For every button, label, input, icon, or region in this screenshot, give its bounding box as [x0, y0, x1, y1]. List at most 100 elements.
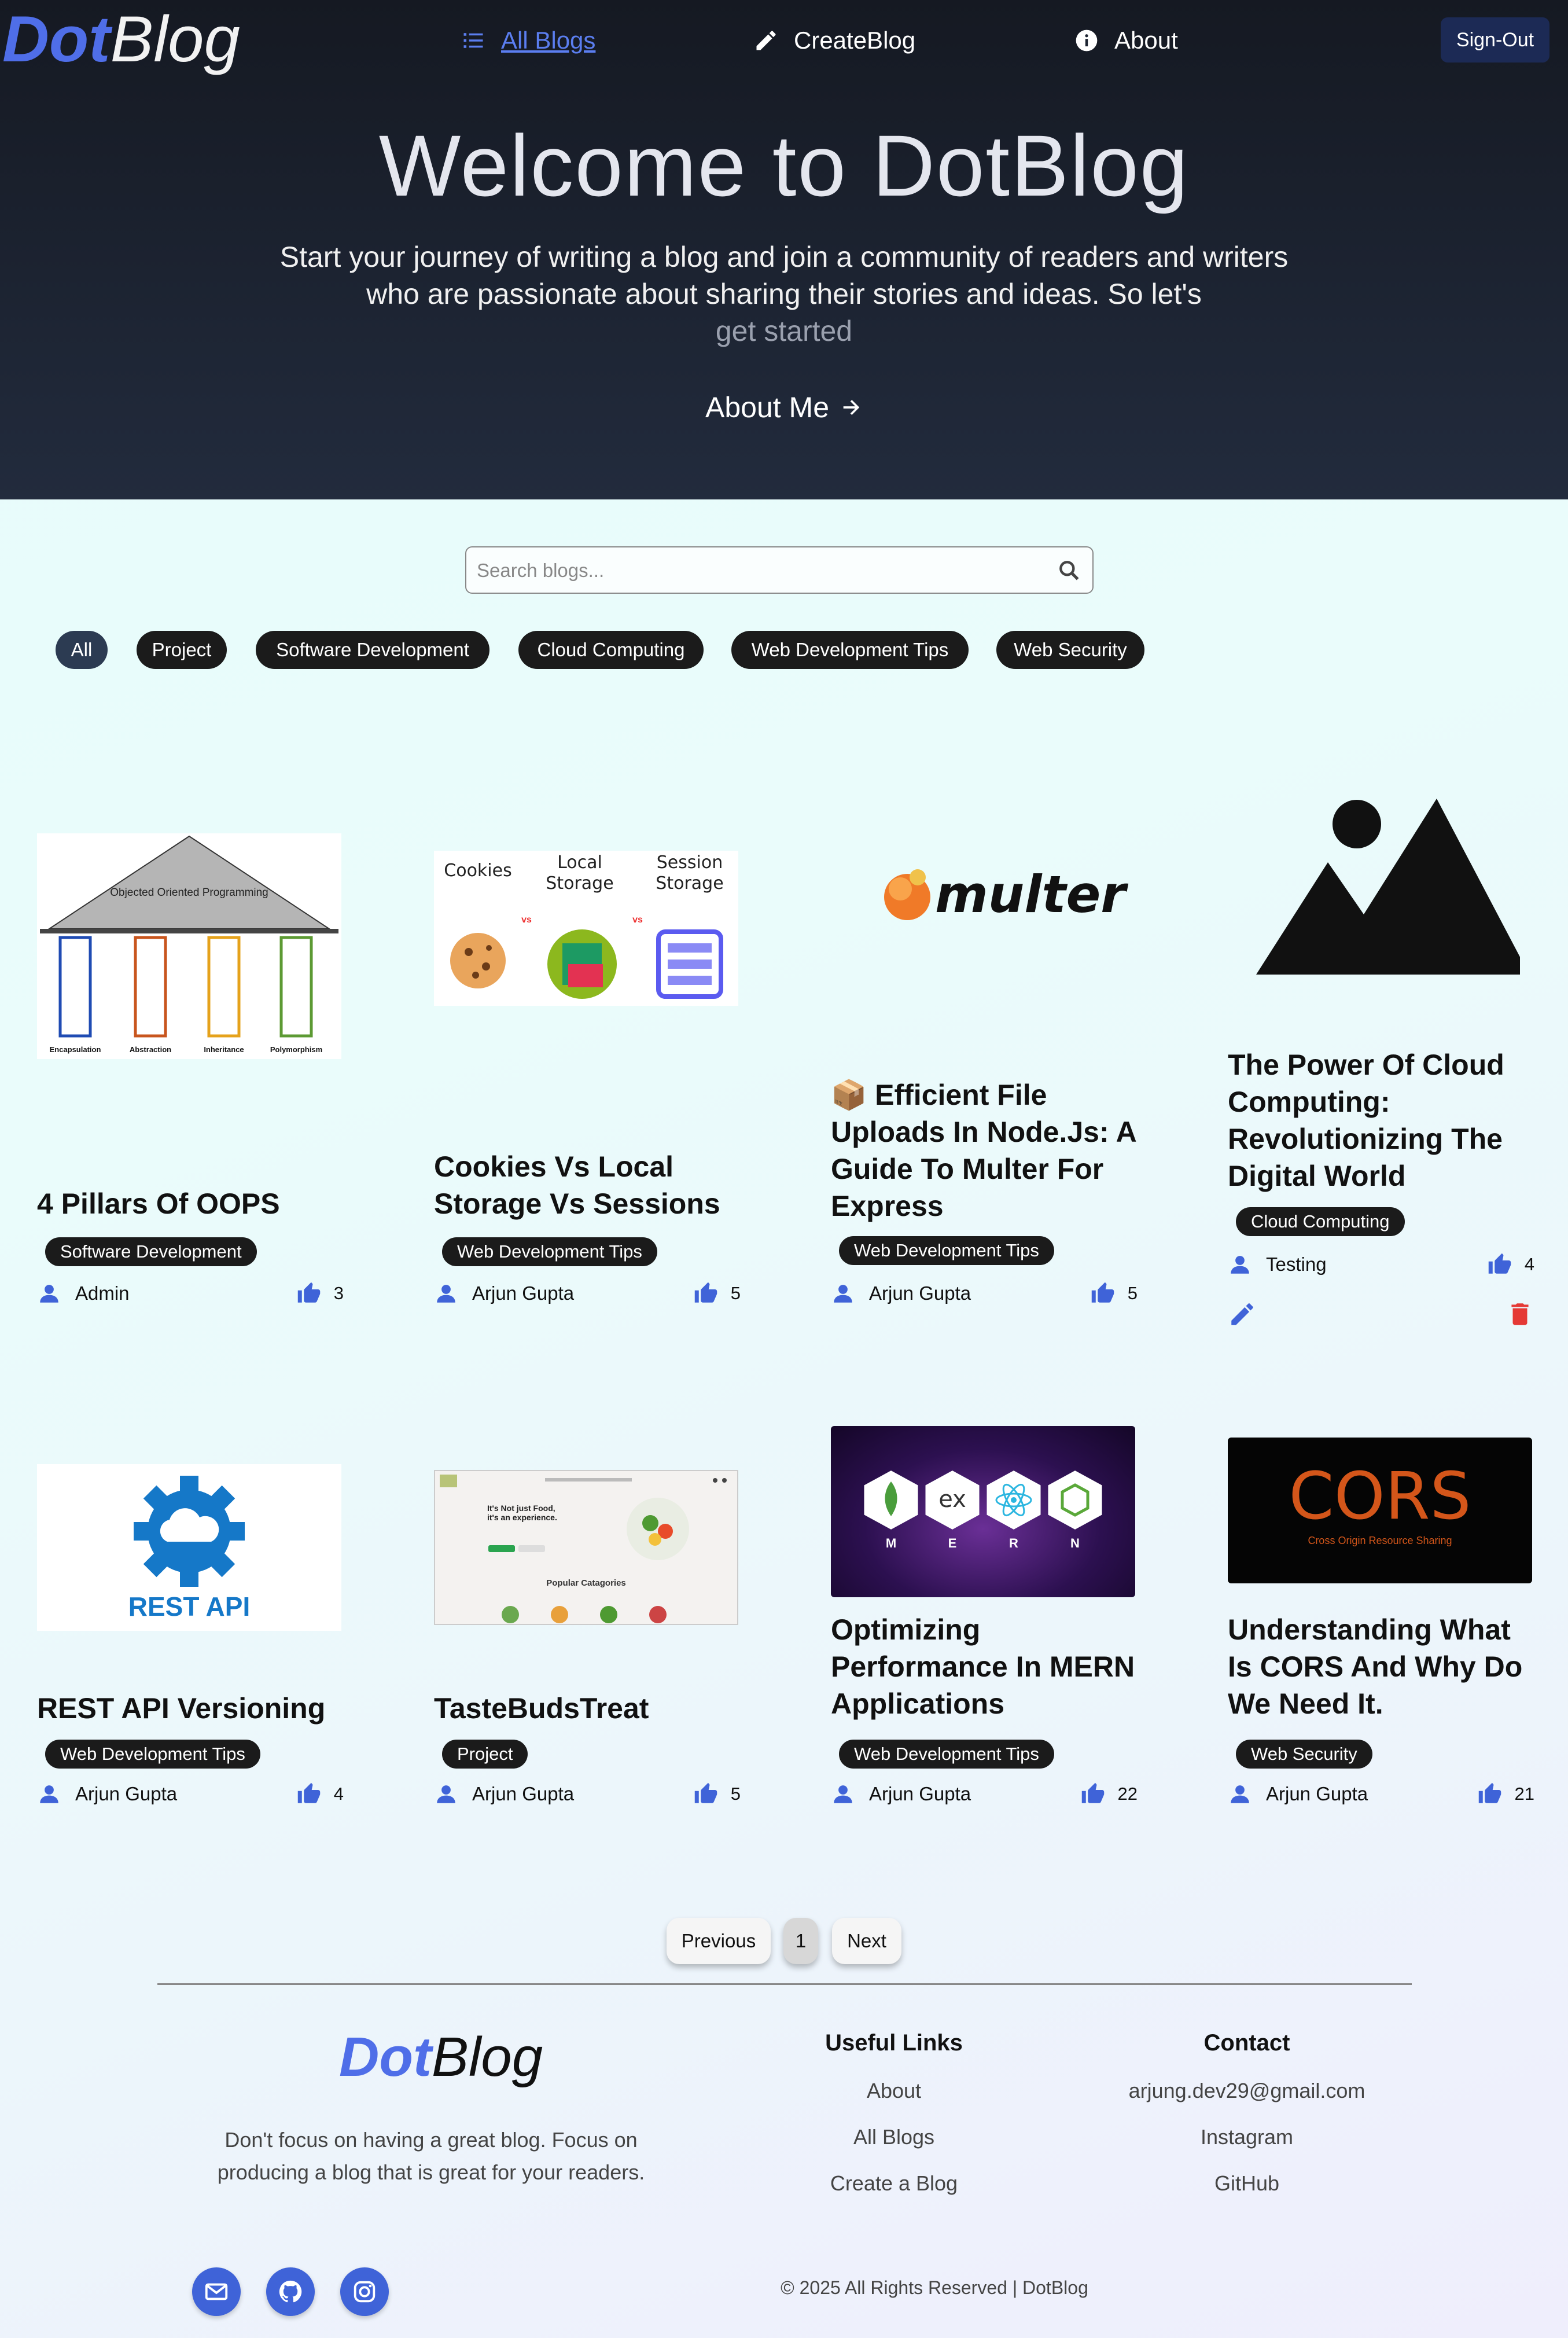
likes[interactable]: 22 [1081, 1782, 1138, 1806]
hero-subtitle: Start your journey of writing a blog and… [272, 238, 1296, 350]
brand-logo[interactable]: DotBlog [2, 3, 240, 75]
next-page-button[interactable]: Next [832, 1918, 901, 1964]
user-icon [40, 1785, 58, 1803]
previous-page-button[interactable]: Previous [667, 1918, 771, 1964]
category-web-development-tips[interactable]: Web Development Tips [731, 631, 969, 669]
blog-card[interactable]: multer 📦 Efficient File Uploads In Node.… [831, 775, 1138, 1304]
blog-title[interactable]: 4 Pillars Of OOPS [37, 1185, 344, 1222]
contact-instagram[interactable]: Instagram [1117, 2125, 1377, 2149]
blog-title[interactable]: Cookies Vs Local Storage Vs Sessions [434, 1148, 741, 1222]
blog-title[interactable]: The Power Of Cloud Computing: Revolution… [1228, 1046, 1534, 1194]
search-input[interactable] [477, 556, 1032, 586]
footer-logo[interactable]: DotBlog [339, 2025, 543, 2089]
blog-thumbnail: CORS Cross Origin Resource Sharing [1228, 1438, 1532, 1583]
blog-thumbnail: Objected Oriented Programming Encapsulat… [37, 833, 341, 1059]
blog-meta: Arjun Gupta 5 [434, 1780, 741, 1808]
thumbs-up-icon[interactable] [1478, 1782, 1502, 1806]
thumb-headline: It's Not just Food, it's an experience. [487, 1503, 557, 1522]
footer-brand-blog: Blog [431, 2026, 543, 2088]
nav-create-blog[interactable]: CreateBlog [753, 23, 915, 58]
brand-blog: Blog [110, 3, 240, 75]
email-social-button[interactable] [192, 2267, 241, 2316]
brand-dot: Dot [2, 3, 111, 75]
github-social-button[interactable] [266, 2267, 315, 2316]
blog-title[interactable]: TasteBudsTreat [434, 1690, 741, 1727]
thumb-text: R [1009, 1536, 1018, 1550]
footer-tagline: Don't focus on having a great blog. Focu… [217, 2128, 645, 2184]
nav-all-blogs[interactable]: All Blogs [461, 23, 595, 58]
thumb-vs: vs [632, 915, 643, 925]
likes[interactable]: 5 [694, 1782, 741, 1806]
hero-title: Welcome to DotBlog [378, 117, 1190, 214]
hero-subtitle-main: Start your journey of writing a blog and… [279, 241, 1289, 310]
blog-card[interactable]: REST API REST API Versioning Web Develop… [37, 1273, 344, 1804]
contact-github[interactable]: GitHub [1117, 2171, 1377, 2196]
user-icon [834, 1785, 852, 1803]
search-bar [465, 546, 1094, 594]
thumb-text: M [886, 1536, 896, 1550]
blog-card[interactable]: CORS Cross Origin Resource Sharing Under… [1228, 1273, 1534, 1804]
blog-card[interactable]: The Power Of Cloud Computing: Revolution… [1228, 775, 1534, 1325]
blog-title[interactable]: 📦 Efficient File Uploads In Node.Js: A G… [831, 1076, 1138, 1225]
like-count: 4 [1524, 1254, 1534, 1274]
footer-link-about[interactable]: About [810, 2079, 978, 2103]
nav-about[interactable]: About [1074, 23, 1178, 58]
thumb-text: Session [657, 852, 723, 873]
thumb-text: Storage [546, 873, 613, 894]
blog-card[interactable]: It's Not just Food, it's an experience. … [434, 1273, 741, 1804]
user-icon [437, 1785, 455, 1803]
footer-brand-dot: Dot [339, 2026, 432, 2088]
blog-title[interactable]: REST API Versioning [37, 1690, 344, 1727]
likes[interactable]: 4 [297, 1782, 344, 1806]
blog-title[interactable]: Optimizing Performance In MERN Applicati… [831, 1611, 1138, 1722]
thumbs-up-icon[interactable] [694, 1782, 718, 1806]
blog-card[interactable]: ex M E R N Optimizing Performance In MER… [831, 1273, 1138, 1804]
blog-thumbnail: REST API [37, 1464, 341, 1631]
blog-tag: Web Development Tips [839, 1740, 1054, 1769]
blog-thumbnail: It's Not just Food, it's an experience. … [434, 1470, 738, 1625]
about-me-link[interactable]: About Me [694, 387, 874, 428]
category-web-security[interactable]: Web Security [996, 631, 1144, 669]
category-project[interactable]: Project [137, 631, 227, 669]
thumb-text: multer [935, 865, 1128, 924]
nav-create-blog-label: CreateBlog [794, 27, 916, 54]
category-cloud-computing[interactable]: Cloud Computing [518, 631, 704, 669]
author-name: Arjun Gupta [869, 1783, 971, 1804]
footer-link-all-blogs[interactable]: All Blogs [810, 2125, 978, 2149]
blog-title[interactable]: Understanding What Is CORS And Why Do We… [1228, 1611, 1534, 1722]
footer-link-create-blog[interactable]: Create a Blog [810, 2171, 978, 2196]
instagram-social-button[interactable] [340, 2267, 389, 2316]
hero-section: DotBlog All Blogs CreateBlog About Sign-… [0, 0, 1568, 499]
blog-meta: Arjun Gupta 21 [1228, 1780, 1534, 1808]
about-me-label: About Me [705, 391, 829, 424]
blog-meta: Arjun Gupta 22 [831, 1780, 1138, 1808]
current-page-button[interactable]: 1 [783, 1918, 818, 1964]
thumbs-up-icon[interactable] [1081, 1782, 1105, 1806]
category-software-development[interactable]: Software Development [256, 631, 489, 669]
blog-tag: Web Development Tips [45, 1740, 260, 1769]
instagram-icon [354, 2281, 376, 2303]
blog-card[interactable]: Cookies Local Storage Session Storage vs… [434, 775, 741, 1304]
nav-about-label: About [1114, 27, 1178, 54]
blog-tag: Web Security [1236, 1740, 1372, 1769]
thumb-section: Popular Catagories [546, 1578, 626, 1588]
sign-out-button[interactable]: Sign-Out [1441, 17, 1549, 63]
thumb-text: Storage [656, 873, 723, 894]
list-icon [463, 33, 483, 48]
mail-icon [205, 2283, 228, 2300]
hero-subtitle-end: get started [715, 315, 853, 347]
like-count: 22 [1117, 1784, 1138, 1804]
thumb-text: Local [557, 852, 602, 873]
contact-email[interactable]: arjung.dev29@gmail.com [1117, 2079, 1377, 2103]
blog-tag: Web Development Tips [442, 1237, 657, 1266]
like-count: 4 [333, 1784, 344, 1804]
author-name: Arjun Gupta [1266, 1783, 1368, 1804]
thumb-roof-text-1: Objected Oriented Programming [110, 887, 268, 899]
nav-all-blogs-label: All Blogs [501, 27, 596, 54]
likes[interactable]: 21 [1478, 1782, 1534, 1806]
blog-card[interactable]: Objected Oriented Programming Encapsulat… [37, 775, 344, 1304]
author: Arjun Gupta [37, 1782, 177, 1806]
category-all[interactable]: All [56, 631, 108, 669]
thumbs-up-icon[interactable] [297, 1782, 321, 1806]
search-icon[interactable] [1057, 558, 1082, 583]
